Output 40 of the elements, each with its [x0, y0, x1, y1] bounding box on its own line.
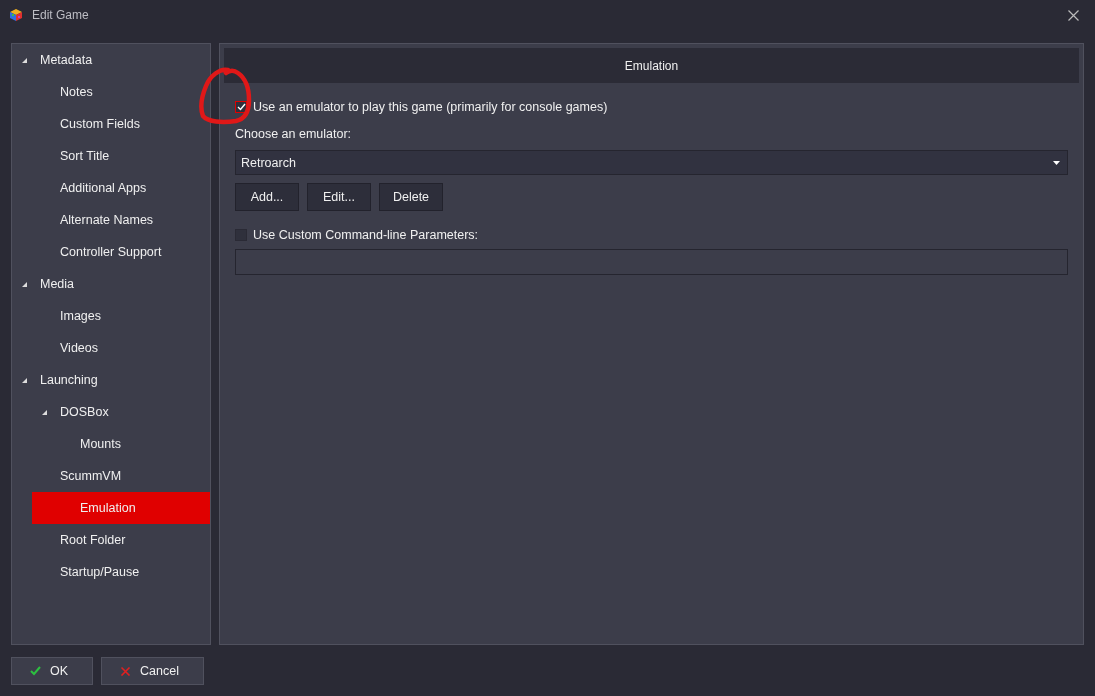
tree-item[interactable]: ScummVM [12, 460, 210, 492]
checkbox-label[interactable]: Use Custom Command-line Parameters: [253, 228, 479, 242]
tree-item[interactable]: Launching [12, 364, 210, 396]
tree-item[interactable]: Alternate Names [12, 204, 210, 236]
tree-item[interactable]: Controller Support [12, 236, 210, 268]
expanded-triangle-icon[interactable] [22, 57, 27, 63]
tree-item[interactable]: Startup/Pause [12, 556, 210, 588]
close-icon[interactable] [1068, 9, 1079, 21]
caret-icon [1053, 160, 1060, 165]
tree-item[interactable]: Notes [12, 76, 210, 108]
tree-item[interactable]: Images [12, 300, 210, 332]
expanded-triangle-icon[interactable] [22, 377, 27, 383]
tree-item[interactable]: DOSBox [12, 396, 210, 428]
expanded-triangle-icon[interactable] [22, 281, 27, 287]
tree-item[interactable]: Videos [12, 332, 210, 364]
cross-icon [120, 666, 132, 676]
checkbox-label[interactable]: Use an emulator to play this game (primarily for console games) [253, 100, 608, 114]
cube-logo-icon [9, 8, 23, 22]
ok-button[interactable]: OK [11, 657, 94, 685]
checkbox[interactable] [235, 101, 247, 113]
action-button[interactable]: Delete [379, 183, 443, 211]
check-icon [30, 666, 41, 676]
tree-item[interactable]: Custom Fields [12, 108, 210, 140]
tree-item[interactable]: Mounts [12, 428, 210, 460]
tree-item[interactable]: Metadata [12, 44, 210, 76]
field-label: Choose an emulator: [235, 127, 353, 143]
cancel-button[interactable]: Cancel [101, 657, 204, 685]
tree-item[interactable]: Additional Apps [12, 172, 210, 204]
expanded-triangle-icon[interactable] [42, 409, 47, 415]
panel-header: Emulation [224, 48, 1079, 83]
tree-item[interactable]: Media [12, 268, 210, 300]
tree-item[interactable]: Sort Title [12, 140, 210, 172]
tree-item[interactable]: Root Folder [12, 524, 210, 556]
action-button[interactable]: Add... [235, 183, 299, 211]
input-field[interactable] [235, 249, 1068, 275]
hand-drawn-circle-drawing [198, 66, 253, 126]
action-button[interactable]: Edit... [307, 183, 371, 211]
emulator-dropdown[interactable]: Retroarch [235, 150, 1068, 175]
tree-item[interactable]: Emulation [32, 492, 210, 524]
window-title: Edit Game [32, 8, 89, 22]
